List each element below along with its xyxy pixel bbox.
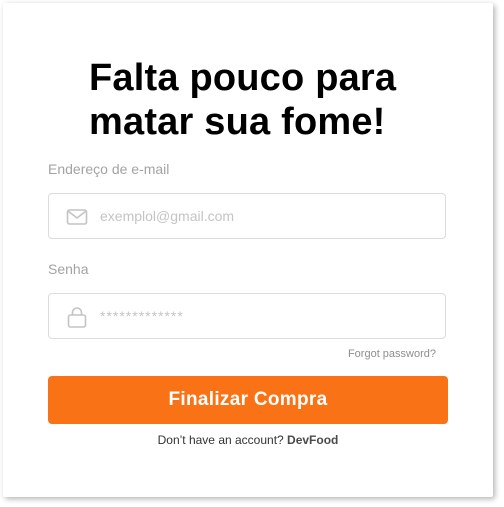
lock-icon	[67, 307, 87, 328]
signup-link[interactable]: DevFood	[287, 433, 338, 447]
email-label: Endereço de e-mail	[48, 161, 170, 177]
mail-icon	[66, 209, 88, 225]
page-title: Falta pouco para matar sua fome!	[89, 56, 449, 144]
login-card: Falta pouco para matar sua fome! Endereç…	[3, 3, 493, 497]
forgot-password-link[interactable]: Forgot password?	[348, 348, 436, 360]
password-input[interactable]	[100, 294, 430, 338]
signup-prompt: Don’t have an account? DevFood	[3, 433, 493, 447]
email-field[interactable]	[48, 193, 446, 239]
email-input[interactable]	[100, 194, 430, 238]
signup-text: Don’t have an account?	[157, 433, 284, 447]
page-title-line-2: matar sua fome!	[89, 101, 386, 143]
submit-button[interactable]: Finalizar Compra	[48, 376, 448, 424]
password-field[interactable]	[48, 293, 446, 339]
password-label: Senha	[48, 261, 89, 277]
page-title-line-1: Falta pouco para	[89, 57, 397, 99]
